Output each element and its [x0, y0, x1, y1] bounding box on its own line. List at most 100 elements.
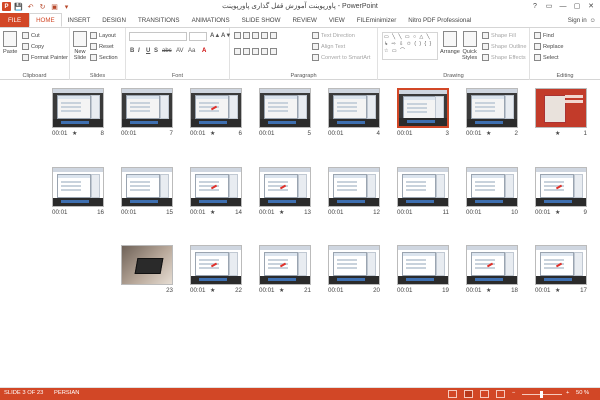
slide-thumbnail-17[interactable]: 00:01 ★ 17 [535, 245, 587, 294]
slides-group-label: Slides [89, 73, 106, 79]
slide-thumbnail-4[interactable]: 00:01 4 [328, 88, 380, 137]
slide-sorter-icon[interactable] [464, 390, 473, 398]
reading-view-icon[interactable] [480, 390, 489, 398]
tab-view[interactable]: VIEW [323, 13, 351, 27]
align-text-button[interactable]: Align Text [312, 43, 345, 50]
underline-button[interactable]: U [146, 48, 150, 54]
slide-preview [121, 88, 173, 128]
tab-animations[interactable]: ANIMATIONS [186, 13, 236, 27]
slide-number: 13 [304, 209, 311, 216]
maximize-icon[interactable]: ▢ [570, 0, 584, 12]
change-case-button[interactable]: Aa [188, 48, 195, 54]
arrange-icon [442, 31, 457, 47]
copy-icon [22, 43, 29, 50]
slide-thumbnail-10[interactable]: 00:01 10 [466, 167, 518, 216]
slide-thumbnail-13[interactable]: 00:01 ★ 13 [259, 167, 311, 216]
strikethrough-button[interactable]: abc [162, 48, 172, 54]
close-icon[interactable]: ✕ [584, 0, 598, 12]
character-spacing-button[interactable]: AV [176, 48, 184, 54]
slide-preview [52, 88, 104, 128]
select-cursor-icon [534, 54, 541, 61]
format-painter-button[interactable]: Format Painter [22, 54, 68, 61]
tab-nitro-pdf[interactable]: Nitro PDF Professional [402, 13, 477, 27]
tab-transitions[interactable]: TRANSITIONS [132, 13, 186, 27]
replace-button[interactable]: Replace [534, 43, 564, 50]
language-indicator[interactable]: PERSIAN [54, 390, 79, 396]
bullets-button[interactable] [234, 32, 277, 39]
paste-label: Paste [3, 49, 18, 55]
slide-thumbnail-8[interactable]: 00:01 ★ 8 [52, 88, 104, 137]
slide-thumbnail-20[interactable]: 00:01 20 [328, 245, 380, 294]
slide-thumbnail-11[interactable]: 00:01 11 [397, 167, 449, 216]
animation-star-icon: ★ [210, 130, 216, 137]
grow-font-button[interactable]: A▲ [210, 33, 220, 39]
shapes-gallery[interactable]: ▭ ╲ ╲ ▭ ○ △ ╲ ↳ ⇨ ⇩ ✩ ( ) { } ☆ ▭ ⌒ [382, 32, 438, 60]
find-button[interactable]: Find [534, 32, 554, 39]
font-color-button[interactable]: A [202, 48, 206, 54]
arrange-button[interactable]: Arrange [440, 31, 460, 55]
shape-outline-button[interactable]: Shape Outline [482, 43, 526, 50]
slide-thumbnail-1[interactable]: ★ 1 [535, 88, 587, 137]
slide-thumbnail-2[interactable]: 00:01 ★ 2 [466, 88, 518, 137]
window-title: پاورپوینت آموزش قفل گذاری پاورپوینت - Po… [222, 3, 378, 10]
slide-thumbnail-5[interactable]: 00:01 5 [259, 88, 311, 137]
slide-meta: 00:01 7 [121, 130, 173, 137]
slide-meta: 00:01 5 [259, 130, 311, 137]
new-slide-button[interactable]: New Slide [73, 31, 87, 61]
slide-thumbnail-14[interactable]: 00:01 ★ 14 [190, 167, 242, 216]
font-size-combobox[interactable] [189, 32, 207, 41]
new-slide-icon [73, 31, 87, 47]
paste-button[interactable]: Paste [3, 31, 17, 55]
ribbon-display-icon[interactable]: ▭ [542, 0, 556, 12]
section-button[interactable]: Section [90, 54, 118, 61]
slide-thumbnail-9[interactable]: 00:01 ★ 9 [535, 167, 587, 216]
zoom-in-button[interactable]: + [566, 390, 569, 396]
slide-thumbnail-22[interactable]: 00:01 ★ 22 [190, 245, 242, 294]
sign-in-link[interactable]: Sign in [568, 17, 587, 24]
tab-review[interactable]: REVIEW [286, 13, 322, 27]
layout-button[interactable]: Layout [90, 32, 116, 39]
tab-design[interactable]: DESIGN [96, 13, 132, 27]
animation-star-icon: ★ [555, 130, 561, 137]
copy-button[interactable]: Copy [22, 43, 44, 50]
tab-insert[interactable]: INSERT [62, 13, 97, 27]
tab-fileminimizer[interactable]: FILEminimizer [351, 13, 403, 27]
shape-effects-button[interactable]: Shape Effects [482, 54, 526, 61]
slide-thumbnail-6[interactable]: 00:01 ★ 6 [190, 88, 242, 137]
slide-thumbnail-3[interactable]: 00:01 3 [397, 88, 449, 137]
normal-view-icon[interactable] [448, 390, 457, 398]
help-icon[interactable]: ? [528, 0, 542, 12]
slide-thumbnail-19[interactable]: 00:01 19 [397, 245, 449, 294]
select-button[interactable]: Select [534, 54, 559, 61]
slide-thumbnail-12[interactable]: 00:01 12 [328, 167, 380, 216]
slideshow-view-icon[interactable] [496, 390, 505, 398]
zoom-out-button[interactable]: − [512, 390, 515, 396]
slide-thumbnail-23[interactable]: 23 [121, 245, 173, 294]
minimize-icon[interactable]: — [556, 0, 570, 12]
slide-meta: 00:01 ★ 6 [190, 130, 242, 137]
zoom-level[interactable]: 50 % [576, 390, 589, 396]
slide-meta: 00:01 ★ 9 [535, 209, 587, 216]
avatar-icon[interactable]: ☺ [590, 17, 596, 24]
tab-home[interactable]: HOME [29, 13, 62, 27]
tab-file[interactable]: FILE [0, 13, 30, 27]
tab-slide-show[interactable]: SLIDE SHOW [236, 13, 287, 27]
italic-button[interactable]: I [138, 48, 140, 54]
slide-thumbnail-18[interactable]: 00:01 ★ 18 [466, 245, 518, 294]
align-left-icon [234, 48, 241, 55]
slide-thumbnail-7[interactable]: 00:01 7 [121, 88, 173, 137]
convert-smartart-button[interactable]: Convert to SmartArt [312, 54, 370, 61]
shadow-button[interactable]: S [154, 48, 158, 54]
reset-button[interactable]: Reset [90, 43, 114, 50]
text-direction-button[interactable]: Text Direction [312, 32, 355, 39]
align-buttons[interactable] [234, 48, 277, 55]
shape-fill-button[interactable]: Shape Fill [482, 32, 516, 39]
zoom-slider-thumb[interactable] [540, 391, 543, 398]
slide-thumbnail-15[interactable]: 00:01 15 [121, 167, 173, 216]
cut-button[interactable]: Cut [22, 32, 40, 39]
slide-thumbnail-21[interactable]: 00:01 ★ 21 [259, 245, 311, 294]
font-name-combobox[interactable] [129, 32, 187, 41]
bold-button[interactable]: B [130, 48, 134, 54]
slide-thumbnail-16[interactable]: 00:01 16 [52, 167, 104, 216]
quick-styles-button[interactable]: Quick Styles [462, 31, 477, 61]
